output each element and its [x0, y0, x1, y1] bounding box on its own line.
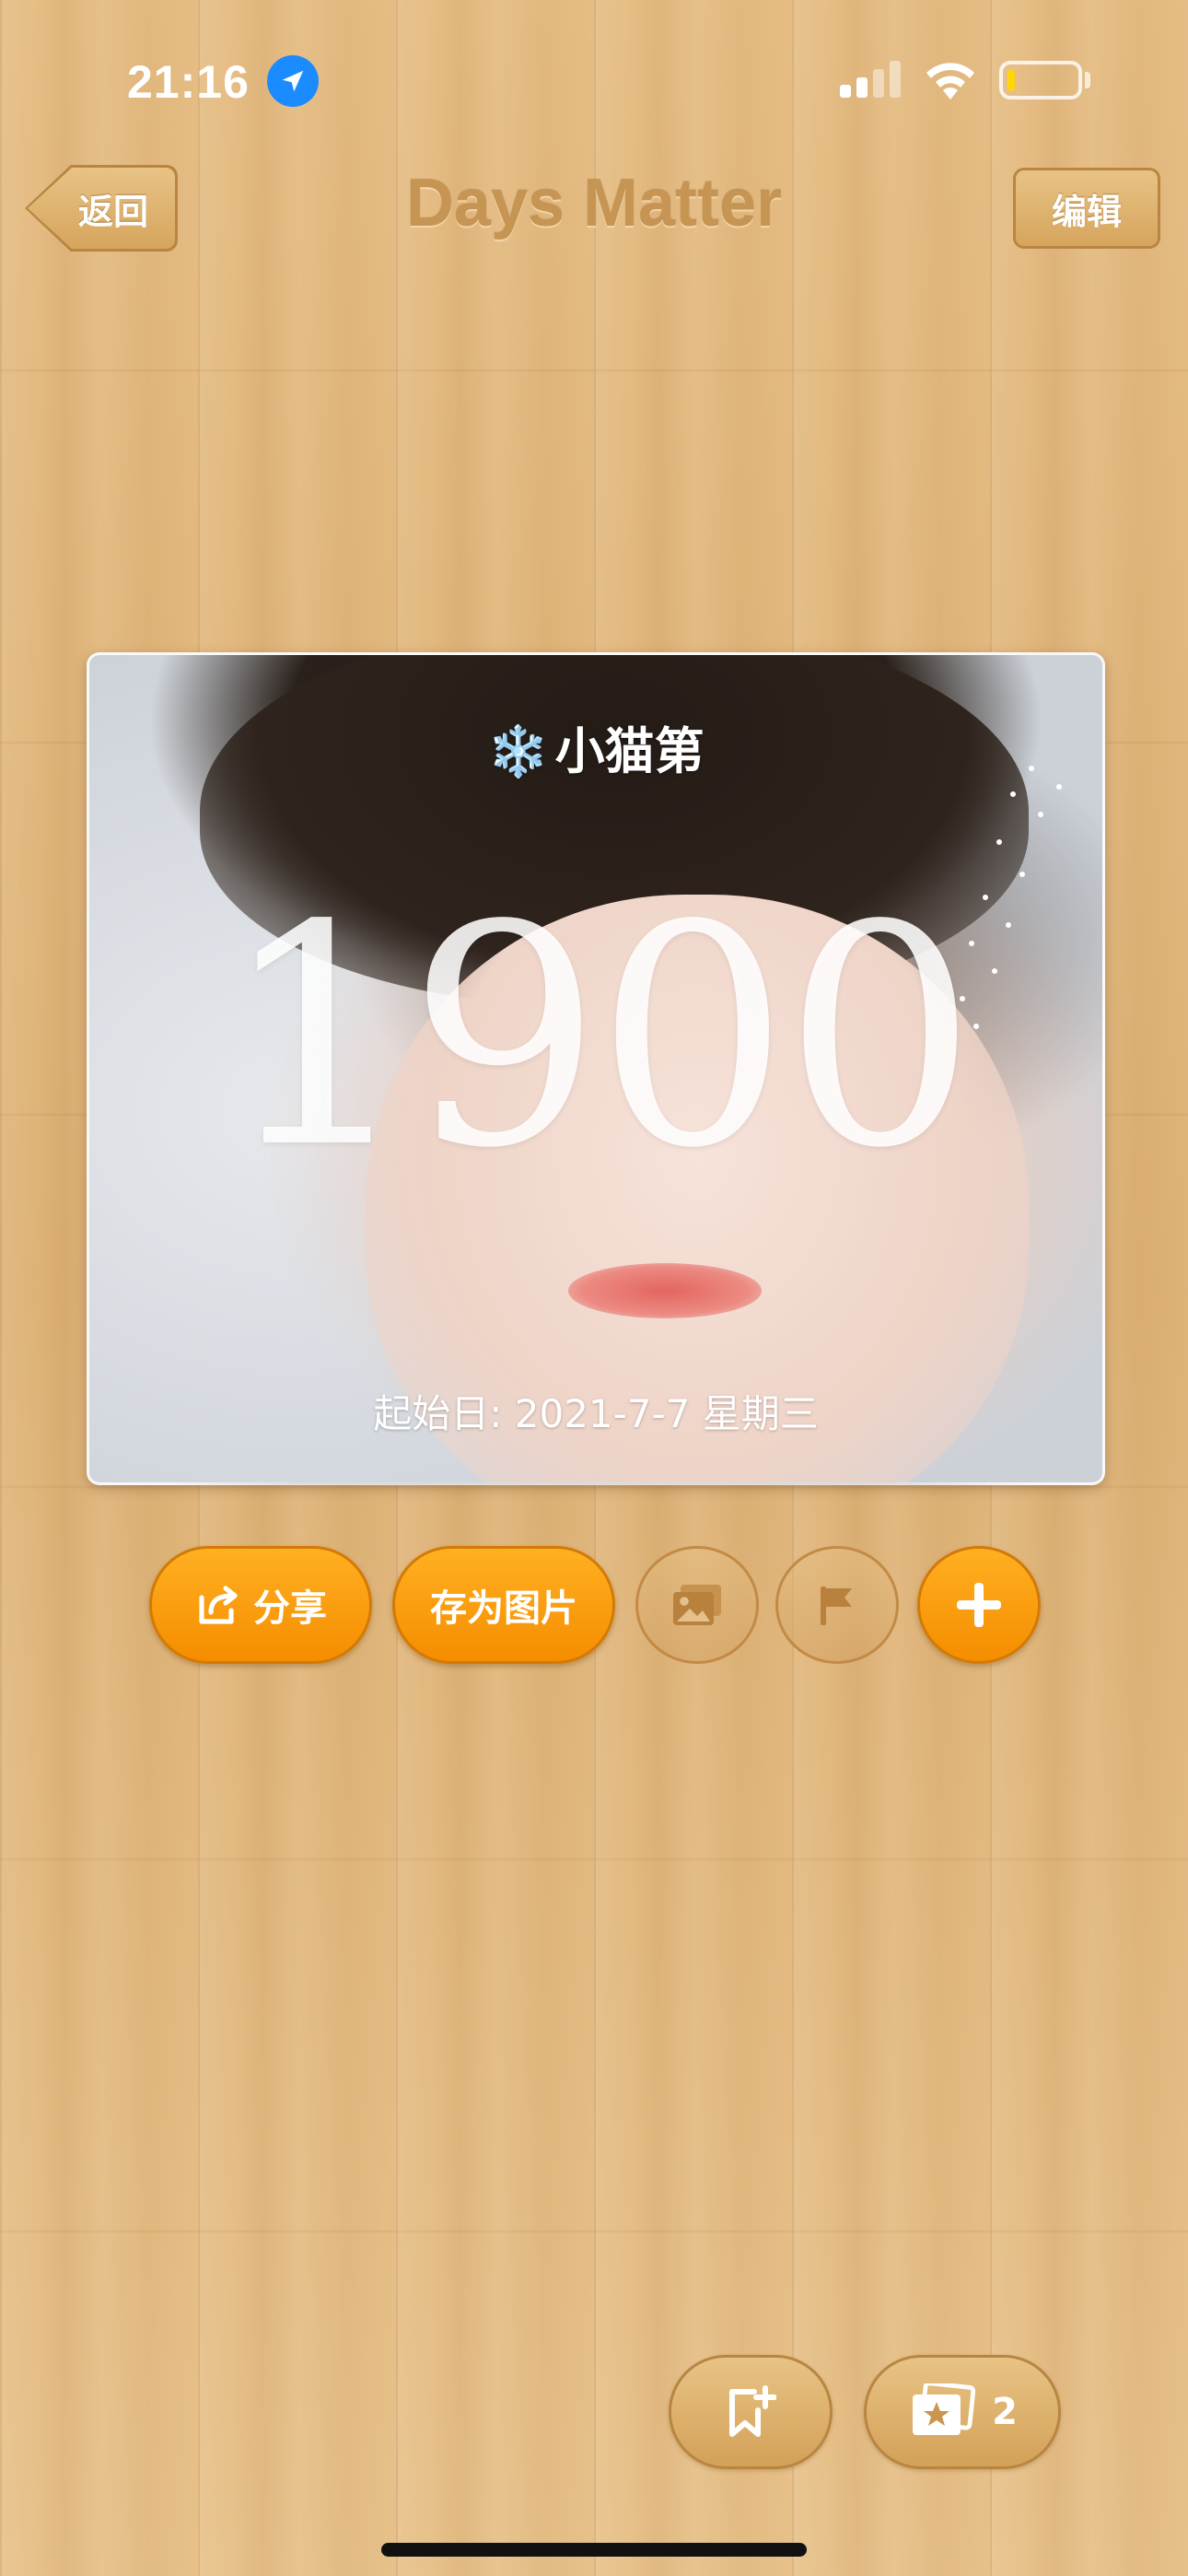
plus-icon	[957, 1583, 1001, 1627]
edit-button-label: 编辑	[1051, 191, 1122, 232]
card-photo-lips	[568, 1263, 762, 1318]
photo-stack-star-icon	[913, 2383, 976, 2435]
snowflake-icon: ❄️	[487, 722, 550, 780]
battery-icon	[999, 61, 1082, 100]
edit-button[interactable]: 编辑	[1013, 168, 1160, 249]
day-count: 1900	[220, 861, 977, 1214]
save-image-button-label: 存为图片	[430, 1587, 577, 1630]
add-button[interactable]	[917, 1546, 1041, 1664]
home-indicator	[381, 2543, 807, 2557]
start-date: 起始日: 2021-7-7 星期三	[373, 1391, 819, 1436]
save-image-button[interactable]: 存为图片	[392, 1546, 615, 1664]
image-icon	[673, 1585, 721, 1625]
add-bookmark-button[interactable]	[669, 2355, 833, 2469]
battery-level	[1007, 69, 1015, 91]
flag-button[interactable]	[775, 1546, 899, 1664]
card-title: ❄️ 小猫第	[89, 710, 1102, 783]
bookmark-add-icon	[729, 2385, 776, 2437]
share-button-label: 分享	[253, 1587, 327, 1630]
location-arrow-icon	[267, 55, 319, 107]
day-card[interactable]: ❄️ 小猫第 1900 起始日: 2021-7-7 星期三	[87, 652, 1105, 1485]
share-button[interactable]: 分享	[149, 1546, 372, 1664]
page-title: Days Matter	[405, 167, 783, 240]
flag-icon	[821, 1587, 852, 1625]
cellular-signal-icon	[840, 61, 901, 98]
gallery-count: 2	[992, 2391, 1018, 2433]
wifi-icon	[926, 63, 974, 100]
share-icon	[199, 1586, 238, 1624]
card-title-text: 小猫第	[554, 722, 705, 780]
change-background-button[interactable]	[635, 1546, 759, 1664]
status-time: 21:16	[127, 56, 250, 108]
gallery-button[interactable]: 2	[864, 2355, 1061, 2469]
